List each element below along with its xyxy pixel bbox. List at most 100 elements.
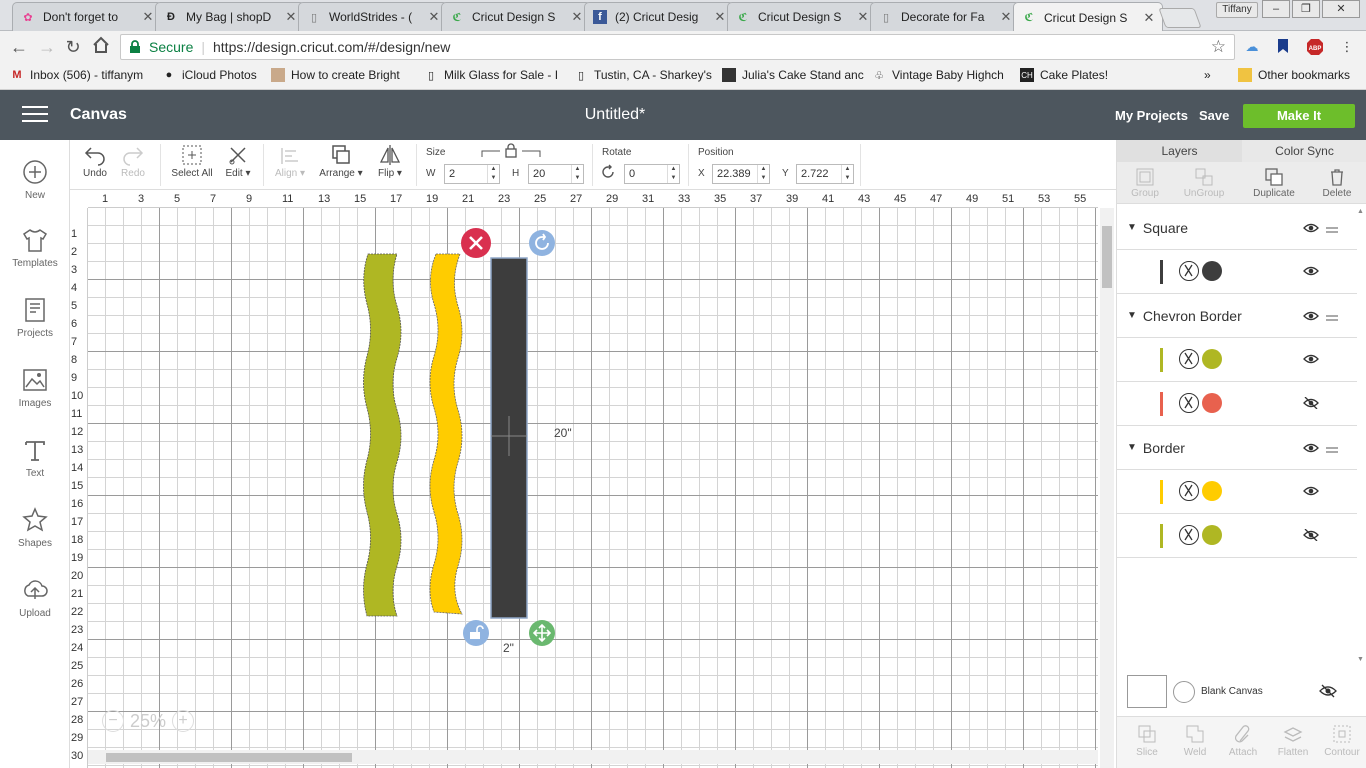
browser-tab[interactable]: ℭ Cricut Design S ✕ bbox=[727, 2, 877, 31]
caret-down-icon[interactable]: ▼ bbox=[1127, 442, 1137, 453]
tab-color-sync[interactable]: Color Sync bbox=[1242, 140, 1366, 162]
drag-handle-icon[interactable] bbox=[1326, 221, 1338, 237]
adblock-extension-icon[interactable]: ABP bbox=[1306, 38, 1324, 56]
browser-tab[interactable]: f (2) Cricut Desig ✕ bbox=[584, 2, 734, 31]
close-tab-icon[interactable]: ✕ bbox=[713, 9, 727, 25]
close-tab-icon[interactable]: ✕ bbox=[999, 9, 1013, 25]
vertical-scrollbar[interactable] bbox=[1100, 208, 1114, 768]
eye-icon[interactable] bbox=[1303, 221, 1319, 237]
browser-tab[interactable]: ℭ Cricut Design S ✕ bbox=[1013, 2, 1163, 32]
x-position-input[interactable]: 22.389 ▲ ▼ bbox=[712, 164, 770, 184]
spinner-icon[interactable]: ▲ ▼ bbox=[667, 165, 679, 183]
layer-group[interactable]: ▼ Chevron Border bbox=[1117, 294, 1357, 338]
scroll-thumb[interactable] bbox=[106, 753, 352, 762]
eye-icon[interactable] bbox=[1303, 441, 1319, 457]
bookmark-milkglass[interactable]: ▯ Milk Glass for Sale - I bbox=[424, 68, 558, 82]
scroll-down-icon[interactable]: ▼ bbox=[1357, 656, 1364, 663]
sidebar-item-shapes[interactable]: Shapes bbox=[0, 506, 70, 549]
restore-button[interactable]: ❐ bbox=[1292, 0, 1320, 18]
layer-color-swatch[interactable] bbox=[1202, 481, 1222, 501]
cut-operation-icon[interactable] bbox=[1179, 349, 1199, 369]
spinner-icon[interactable]: ▲ ▼ bbox=[571, 165, 583, 183]
green-wavy-border[interactable] bbox=[363, 253, 402, 617]
star-icon[interactable]: ☆ bbox=[1211, 37, 1226, 57]
eye-hidden-icon[interactable] bbox=[1303, 528, 1319, 544]
arrange-menu-button[interactable]: Arrange ▾ bbox=[316, 142, 366, 179]
other-bookmarks[interactable]: Other bookmarks bbox=[1238, 68, 1350, 82]
close-tab-icon[interactable]: ✕ bbox=[1142, 10, 1156, 26]
bookmark-bright[interactable]: How to create Bright bbox=[271, 68, 400, 82]
close-tab-icon[interactable]: ✕ bbox=[856, 9, 870, 25]
zoom-out-button[interactable]: − bbox=[102, 710, 124, 732]
bookmark-cakestand[interactable]: Julia's Cake Stand anc bbox=[722, 68, 864, 82]
minimize-button[interactable]: – bbox=[1262, 0, 1290, 18]
address-bar[interactable]: Secure | https://design.cricut.com/#/des… bbox=[120, 34, 1235, 60]
browser-tab[interactable]: ✿ Don't forget to ✕ bbox=[12, 2, 162, 31]
layer-group[interactable]: ▼ Square bbox=[1117, 206, 1357, 250]
home-icon[interactable] bbox=[90, 36, 112, 58]
bookmark-extension-icon[interactable] bbox=[1274, 38, 1292, 56]
sidebar-item-templates[interactable]: Templates bbox=[0, 226, 70, 269]
lock-aspect-icon[interactable] bbox=[480, 143, 542, 162]
close-tab-icon[interactable]: ✕ bbox=[284, 9, 298, 25]
scroll-up-icon[interactable]: ▲ bbox=[1357, 208, 1364, 215]
cut-operation-icon[interactable] bbox=[1179, 481, 1199, 501]
bookmark-gmail[interactable]: M Inbox (506) - tiffanym bbox=[10, 68, 143, 82]
delete-handle[interactable] bbox=[461, 228, 491, 258]
lock-handle[interactable] bbox=[463, 620, 489, 646]
sidebar-item-projects[interactable]: Projects bbox=[0, 296, 70, 339]
browser-tab[interactable]: ▯ Decorate for Fa ✕ bbox=[870, 2, 1020, 31]
flip-menu-button[interactable]: Flip ▾ bbox=[372, 142, 408, 179]
flatten-button[interactable]: Flatten bbox=[1269, 723, 1317, 758]
duplicate-button[interactable]: Duplicate bbox=[1245, 166, 1303, 199]
weld-button[interactable]: Weld bbox=[1173, 723, 1217, 758]
browser-tab[interactable]: Ð My Bag | shopD ✕ bbox=[155, 2, 305, 31]
eye-hidden-icon[interactable] bbox=[1303, 396, 1319, 412]
eye-icon[interactable] bbox=[1303, 265, 1319, 280]
eye-hidden-icon[interactable] bbox=[1319, 684, 1337, 701]
bookmark-tustin[interactable]: ▯ Tustin, CA - Sharkey's bbox=[574, 68, 712, 82]
rotate-handle[interactable] bbox=[529, 230, 555, 256]
caret-down-icon[interactable]: ▼ bbox=[1127, 222, 1137, 233]
browser-tab[interactable]: ▯ WorldStrides - (✕ bbox=[298, 2, 448, 31]
canvas-color-circle[interactable] bbox=[1173, 681, 1195, 703]
menu-dots-icon[interactable]: ⋮ bbox=[1338, 38, 1356, 56]
save-button[interactable]: Save bbox=[1199, 108, 1229, 123]
yellow-wavy-border[interactable] bbox=[429, 253, 463, 615]
bookmarks-overflow[interactable]: » bbox=[1204, 68, 1211, 82]
layer-row[interactable] bbox=[1117, 382, 1357, 426]
layer-color-swatch[interactable] bbox=[1202, 525, 1222, 545]
rotate-input[interactable]: 0 ▲ ▼ bbox=[624, 164, 680, 184]
slice-button[interactable]: Slice bbox=[1125, 723, 1169, 758]
layer-row[interactable] bbox=[1117, 514, 1357, 558]
cut-operation-icon[interactable] bbox=[1179, 393, 1199, 413]
eye-icon[interactable] bbox=[1303, 309, 1319, 325]
y-position-input[interactable]: 2.722 ▲ ▼ bbox=[796, 164, 854, 184]
canvas-swatch[interactable] bbox=[1127, 675, 1167, 708]
layer-row[interactable] bbox=[1117, 338, 1357, 382]
layer-color-swatch[interactable] bbox=[1202, 261, 1222, 281]
drag-handle-icon[interactable] bbox=[1326, 441, 1338, 457]
forward-icon[interactable]: → bbox=[36, 36, 58, 58]
panel-scrollbar[interactable]: ▲ ▼ bbox=[1353, 206, 1365, 666]
reload-icon[interactable]: ↻ bbox=[62, 36, 84, 58]
eye-icon[interactable] bbox=[1303, 485, 1319, 500]
sidebar-item-text[interactable]: Text bbox=[0, 436, 70, 479]
delete-button[interactable]: Delete bbox=[1313, 166, 1361, 199]
caret-down-icon[interactable]: ▼ bbox=[1127, 310, 1137, 321]
sidebar-item-images[interactable]: Images bbox=[0, 366, 70, 409]
zoom-in-button[interactable]: + bbox=[172, 710, 195, 732]
layer-color-swatch[interactable] bbox=[1202, 393, 1222, 413]
bookmark-icloud[interactable]: ● iCloud Photos bbox=[162, 68, 257, 82]
height-input[interactable]: 20 ▲ ▼ bbox=[528, 164, 584, 184]
layer-group[interactable]: ▼ Border bbox=[1117, 426, 1357, 470]
close-tab-icon[interactable]: ✕ bbox=[427, 9, 441, 25]
close-tab-icon[interactable]: ✕ bbox=[141, 9, 155, 25]
design-canvas[interactable]: 1 3 5 7 9 11 13 15 17 19 21 23 25 27 29 31 33 35 37 39 41 43 4… bbox=[70, 190, 1116, 768]
spinner-icon[interactable]: ▲ ▼ bbox=[757, 165, 769, 183]
width-input[interactable]: 2 ▲ ▼ bbox=[444, 164, 500, 184]
bookmark-cakeplates[interactable]: CH Cake Plates! bbox=[1020, 68, 1108, 82]
spinner-icon[interactable]: ▲ ▼ bbox=[841, 165, 853, 183]
cloud-extension-icon[interactable]: ☁ bbox=[1243, 38, 1261, 56]
spinner-icon[interactable]: ▲ ▼ bbox=[487, 165, 499, 183]
